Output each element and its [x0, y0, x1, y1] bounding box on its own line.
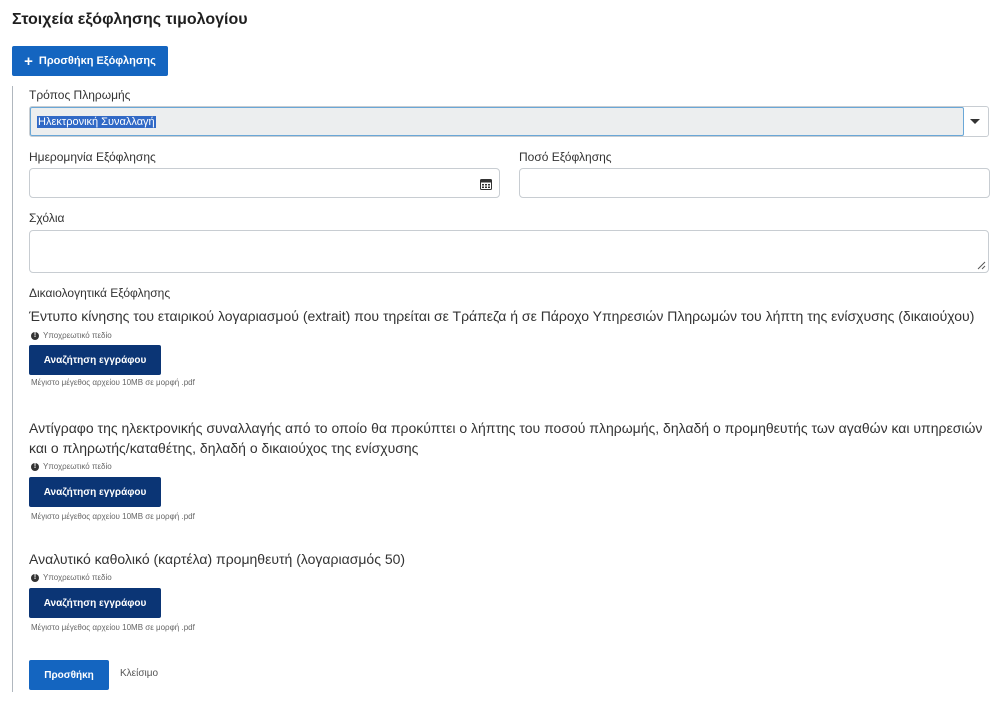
comments-label: Σχόλια: [29, 211, 65, 225]
submit-button[interactable]: Προσθήκη: [29, 660, 109, 690]
exclamation-icon: !: [31, 331, 39, 340]
calendar-icon[interactable]: [480, 178, 492, 190]
payment-amount-input[interactable]: [519, 168, 990, 198]
required-note: ! Υποχρεωτικό πεδίο: [31, 573, 112, 582]
documents-heading: Δικαιολογητικά Εξόφλησης: [29, 286, 171, 300]
required-note-text: Υποχρεωτικό πεδίο: [43, 331, 112, 340]
document-description: Έντυπο κίνησης του εταιρικού λογαριασμού…: [29, 308, 975, 324]
document-description: Αναλυτικό καθολικό (καρτέλα) προμηθευτή …: [29, 551, 406, 567]
required-note: ! Υποχρεωτικό πεδίο: [31, 331, 112, 340]
payment-method-field[interactable]: Ηλεκτρονική Συναλλαγή: [30, 107, 964, 136]
payment-method-value: Ηλεκτρονική Συναλλαγή: [37, 116, 156, 128]
close-link[interactable]: Κλείσιμο: [120, 668, 158, 679]
exclamation-icon: !: [31, 573, 39, 582]
comments-textarea[interactable]: [29, 230, 989, 273]
required-note-text: Υποχρεωτικό πεδίο: [43, 462, 112, 471]
add-payment-label: Προσθήκη Εξόφλησης: [38, 55, 156, 67]
payment-date-label: Ημερομηνία Εξόφλησης: [29, 150, 156, 164]
required-note-text: Υποχρεωτικό πεδίο: [43, 573, 112, 582]
plus-icon: +: [24, 52, 33, 70]
document-description: Αντίγραφο της ηλεκτρονικής συναλλαγής απ…: [29, 420, 983, 456]
payment-form: Τρόπος Πληρωμής Ηλεκτρονική Συναλλαγή Ημ…: [12, 86, 1002, 692]
resize-handle-icon[interactable]: [977, 261, 986, 270]
file-size-hint: Μέγιστο μέγεθος αρχείου 10MB σε μορφή .p…: [31, 512, 195, 521]
required-note: ! Υποχρεωτικό πεδίο: [31, 462, 112, 471]
payment-amount-label: Ποσό Εξόφλησης: [519, 150, 612, 164]
payment-date-input[interactable]: [29, 168, 500, 198]
file-size-hint: Μέγιστο μέγεθος αρχείου 10MB σε μορφή .p…: [31, 378, 195, 387]
payment-method-select[interactable]: Ηλεκτρονική Συναλλαγή: [29, 106, 989, 137]
exclamation-icon: !: [31, 462, 39, 471]
search-document-button[interactable]: Αναζήτηση εγγράφου: [29, 588, 161, 618]
file-size-hint: Μέγιστο μέγεθος αρχείου 10MB σε μορφή .p…: [31, 623, 195, 632]
page-title: Στοιχεία εξόφλησης τιμολογίου: [12, 11, 248, 28]
search-document-button[interactable]: Αναζήτηση εγγράφου: [29, 345, 161, 375]
search-document-button[interactable]: Αναζήτηση εγγράφου: [29, 477, 161, 507]
payment-method-label: Τρόπος Πληρωμής: [29, 88, 131, 102]
add-payment-button[interactable]: + Προσθήκη Εξόφλησης: [12, 46, 168, 76]
caret-down-icon[interactable]: [970, 119, 980, 124]
